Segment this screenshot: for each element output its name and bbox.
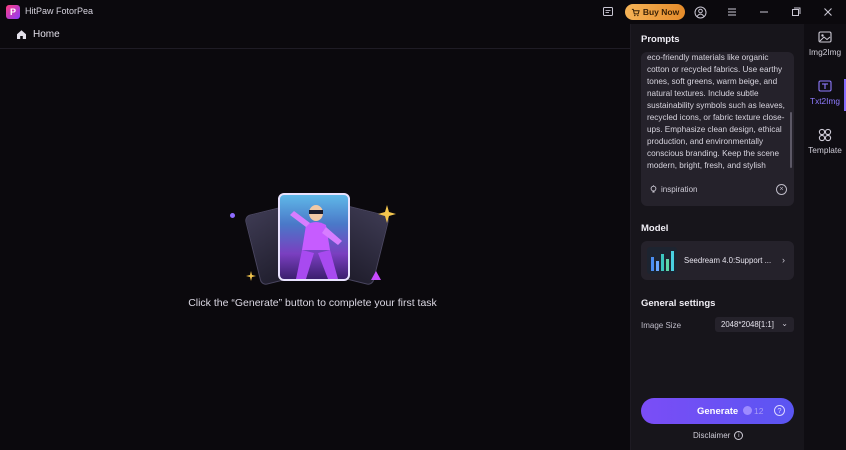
- image-icon: [818, 31, 832, 43]
- sparkle-icon-large: [378, 205, 396, 223]
- app-title: HitPaw FotorPea: [25, 6, 94, 16]
- purple-dot: [230, 213, 235, 218]
- close-icon[interactable]: [820, 4, 836, 20]
- front-card-image: [278, 193, 350, 281]
- buy-now-button[interactable]: Buy Now: [625, 4, 685, 20]
- home-icon: [17, 30, 26, 39]
- tool-rail: Img2Img Txt2Img Template: [804, 24, 846, 450]
- app-logo: P: [6, 5, 20, 19]
- inspiration-button[interactable]: inspiration: [649, 185, 697, 194]
- disclaimer-link[interactable]: Disclaimer i: [693, 431, 744, 440]
- empty-state-message: Click the “Generate” button to complete …: [188, 297, 437, 309]
- maximize-icon[interactable]: [788, 4, 804, 20]
- generate-button[interactable]: Generate 12 ?: [641, 398, 794, 424]
- prompt-textarea[interactable]: eco-friendly materials like organic cott…: [641, 52, 794, 206]
- sparkle-icon-small: [246, 271, 256, 281]
- home-link[interactable]: Home: [16, 29, 60, 40]
- minimize-icon[interactable]: [756, 4, 772, 20]
- buy-now-label: Buy Now: [642, 7, 680, 17]
- prompt-text[interactable]: eco-friendly materials like organic cott…: [647, 52, 789, 172]
- tab-txt2img-label: Txt2Img: [810, 96, 840, 106]
- disclaimer-label: Disclaimer: [693, 431, 731, 440]
- home-label: Home: [33, 29, 60, 40]
- template-icon: [818, 128, 832, 142]
- image-size-value: 2048*2048[1:1]: [721, 320, 774, 329]
- settings-panel: Prompts eco-friendly materials like orga…: [630, 24, 804, 450]
- lightbulb-icon: [650, 185, 657, 193]
- chevron-right-icon: ›: [782, 255, 785, 265]
- generate-cost: 12: [754, 406, 764, 416]
- clear-prompt-icon[interactable]: ×: [776, 184, 787, 195]
- dancer-figure-icon: [290, 205, 342, 279]
- tab-img2img-label: Img2Img: [808, 47, 842, 57]
- header-divider: [0, 48, 630, 49]
- prompts-title: Prompts: [641, 34, 680, 45]
- tab-template[interactable]: Template: [804, 128, 846, 168]
- app-logo-letter: P: [9, 7, 16, 17]
- inspiration-label: inspiration: [661, 185, 698, 194]
- empty-state-illustration: [220, 185, 410, 290]
- title-bar: P HitPaw FotorPea Buy Now: [0, 0, 846, 24]
- menu-icon[interactable]: [724, 4, 740, 20]
- tab-template-label: Template: [808, 145, 842, 155]
- triangle-icon: [371, 271, 381, 280]
- feedback-icon[interactable]: [600, 4, 616, 20]
- tab-img2img[interactable]: Img2Img: [804, 30, 846, 70]
- text-image-icon: [818, 80, 832, 92]
- image-size-label: Image Size: [641, 321, 682, 330]
- chevron-down-icon: ⌄: [781, 319, 788, 328]
- model-thumbnail-icon: [647, 247, 677, 274]
- account-icon[interactable]: [692, 4, 708, 20]
- general-settings-title: General settings: [641, 298, 716, 309]
- model-selector[interactable]: Seedream 4.0:Support ... ›: [641, 241, 794, 280]
- tab-txt2img[interactable]: Txt2Img: [804, 79, 846, 119]
- generate-label: Generate: [697, 406, 739, 417]
- info-icon: i: [734, 431, 744, 440]
- image-size-dropdown[interactable]: 2048*2048[1:1] ⌄: [715, 317, 794, 332]
- cart-icon: [631, 8, 640, 16]
- help-icon[interactable]: ?: [774, 405, 785, 416]
- model-name: Seedream 4.0:Support ...: [684, 256, 772, 265]
- prompt-scrollbar[interactable]: [790, 112, 792, 168]
- credit-coin-icon: [743, 406, 752, 415]
- model-title: Model: [641, 223, 669, 234]
